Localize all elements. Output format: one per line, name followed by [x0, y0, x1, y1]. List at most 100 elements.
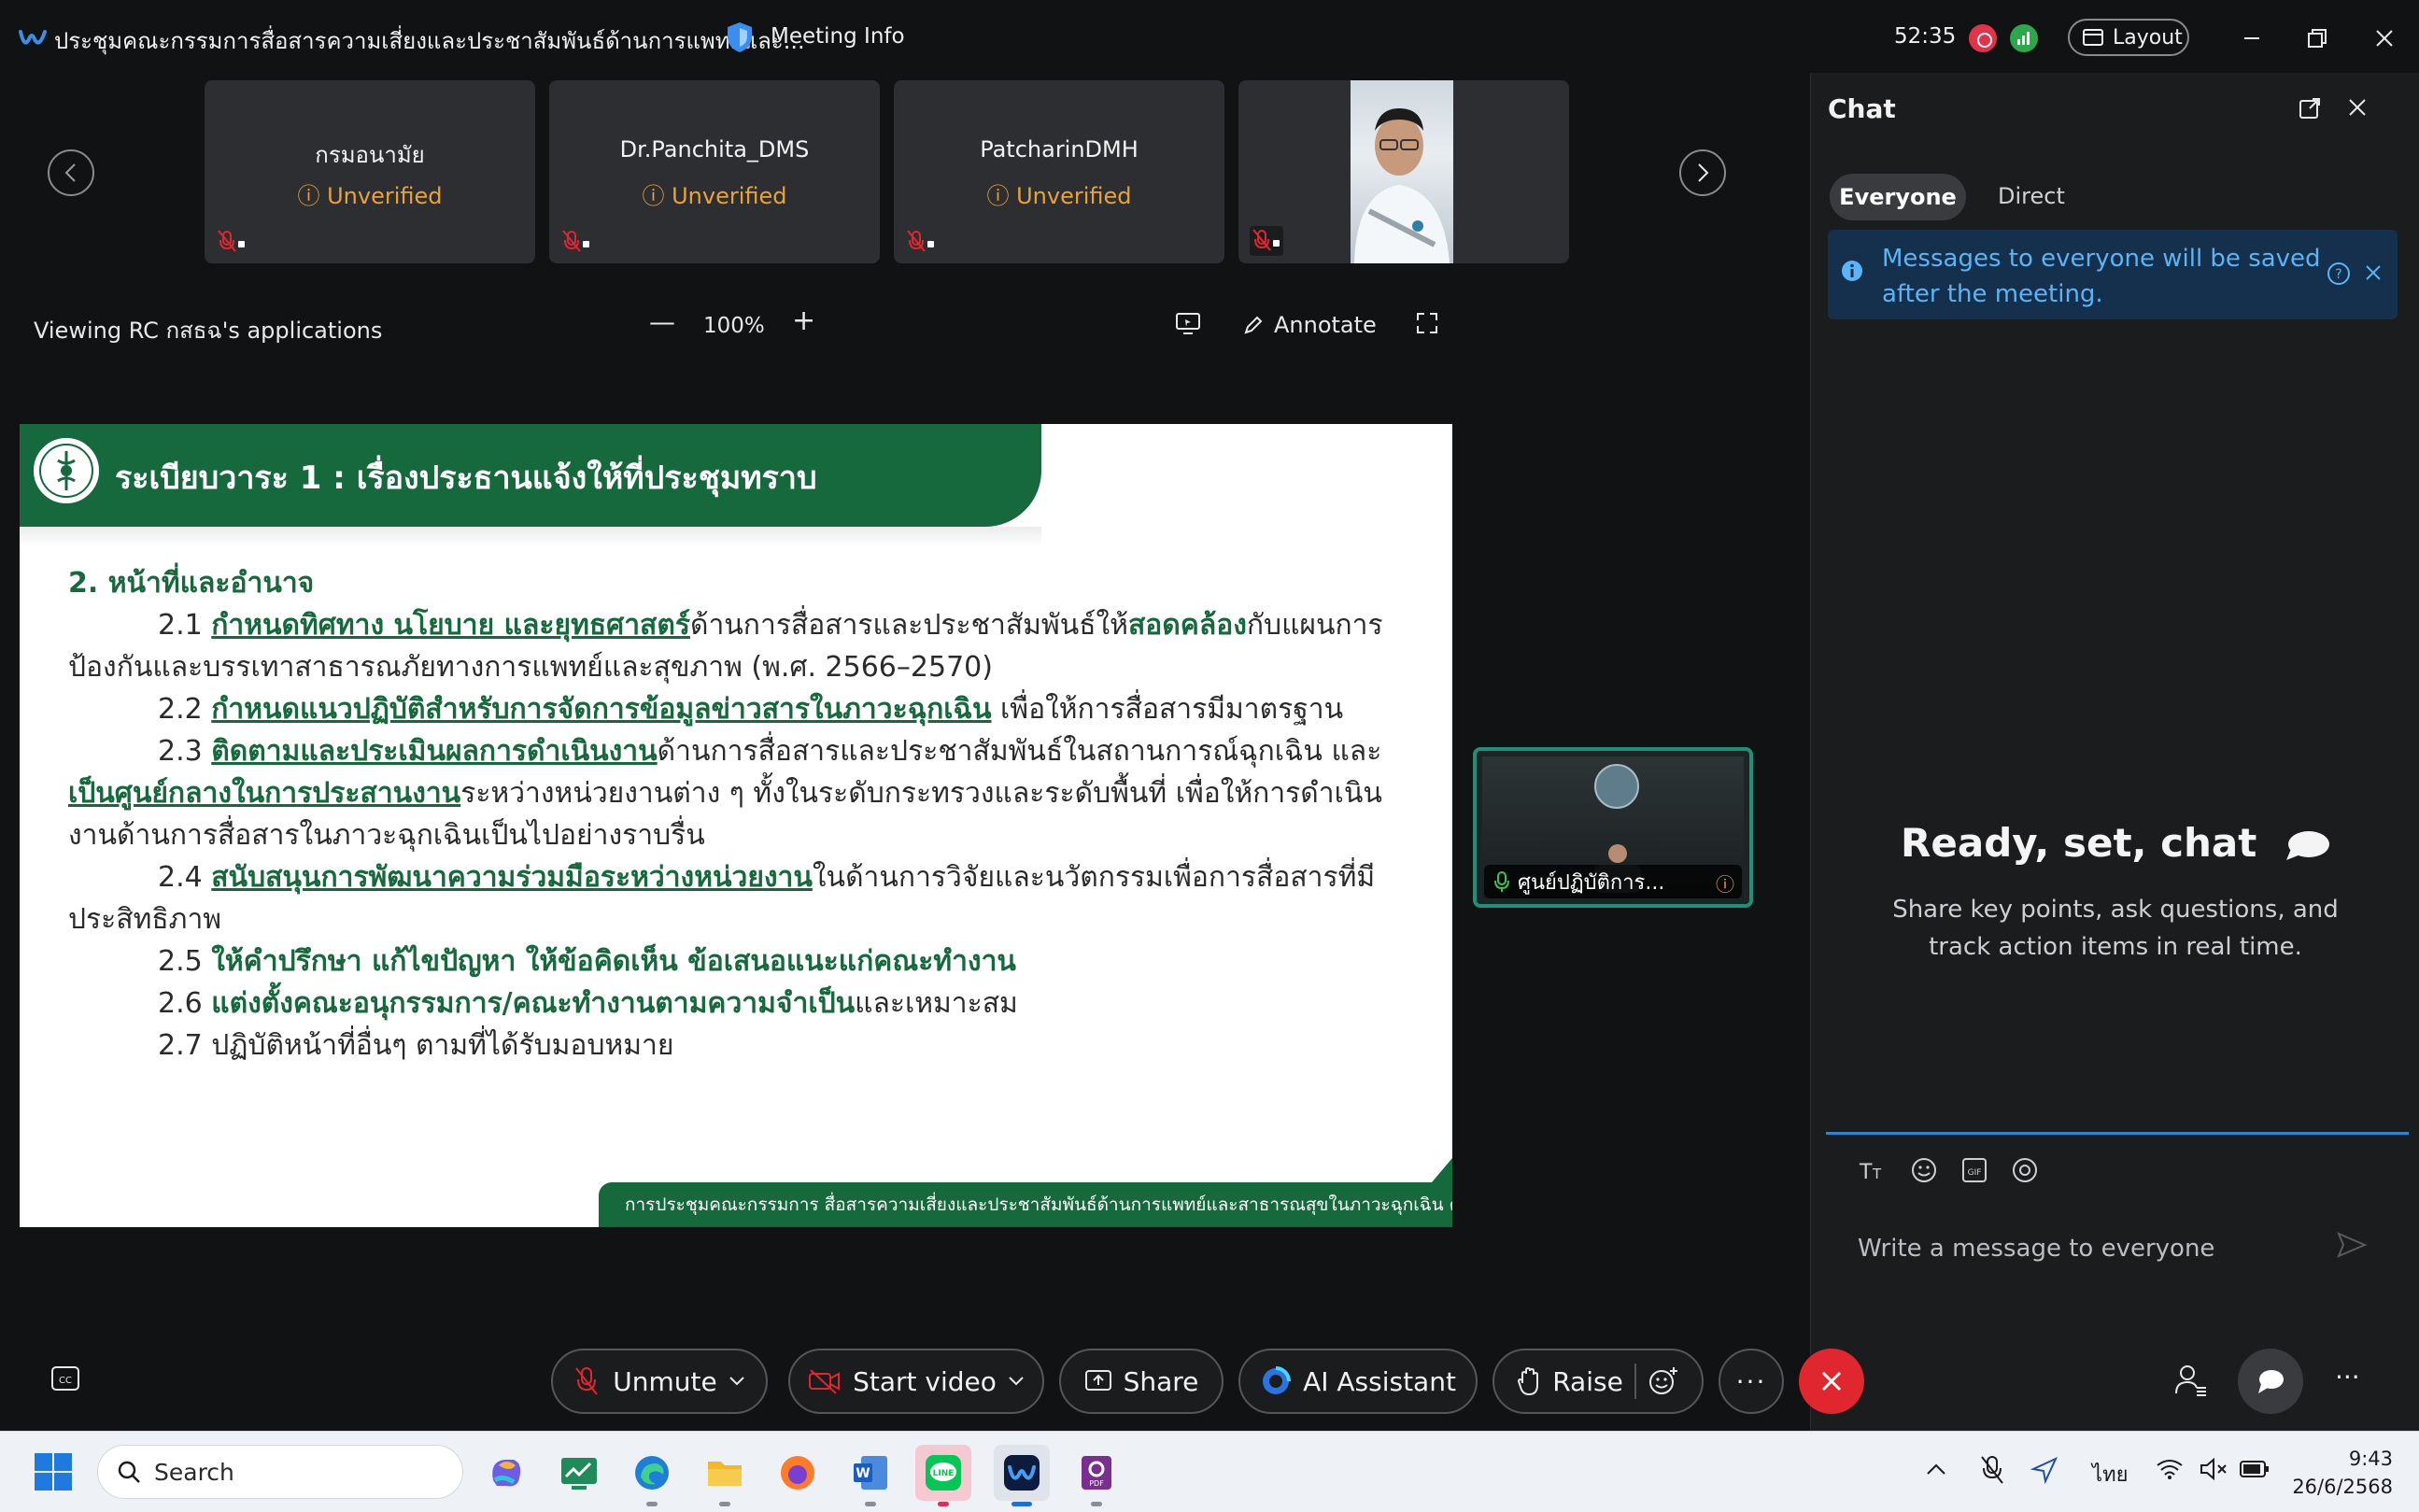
annotate-button[interactable]: Annotate: [1242, 312, 1377, 338]
taskbar-search[interactable]: Search: [97, 1445, 463, 1499]
taskbar-firefox[interactable]: [770, 1445, 826, 1501]
input-language[interactable]: ไทย: [2092, 1458, 2128, 1491]
muted-mic-icon: [562, 230, 589, 252]
participant-tile[interactable]: กรมอนามัย ⓘ Unverified: [205, 80, 535, 263]
start-video-button[interactable]: Start video: [788, 1349, 1044, 1414]
mention-icon[interactable]: [2011, 1156, 2039, 1184]
taskbar-edge[interactable]: [624, 1445, 680, 1506]
zoom-out-button[interactable]: —: [649, 306, 675, 337]
close-window-button[interactable]: [2361, 17, 2408, 60]
restore-button[interactable]: [2294, 17, 2341, 60]
self-video-label: ศูนย์ปฏิบัติการ... ⓘ: [1484, 865, 1742, 898]
svg-text:W: W: [856, 1466, 870, 1481]
windows-taskbar: Search W LINE PDF ไทย 9:43 26/6/2568: [0, 1431, 2419, 1512]
participants-icon[interactable]: [2174, 1364, 2208, 1397]
running-indicator: [938, 1502, 949, 1506]
chat-message-input[interactable]: [1858, 1235, 2306, 1263]
taskbar-pdf[interactable]: PDF: [1068, 1445, 1125, 1506]
footer-corner: [1432, 1158, 1452, 1182]
participant-status: ⓘ Unverified: [986, 183, 1132, 209]
pop-out-icon[interactable]: [2299, 97, 2321, 120]
chevron-left-icon: [64, 163, 76, 182]
text-format-icon[interactable]: TT: [1858, 1156, 1888, 1184]
shield-icon[interactable]: [725, 21, 755, 54]
network-signal-icon[interactable]: [2010, 24, 2038, 52]
location-icon[interactable]: [2030, 1456, 2058, 1484]
raise-hand-button[interactable]: Raise: [1492, 1349, 1704, 1414]
mic-muted-tray-icon[interactable]: [1978, 1454, 2006, 1486]
leave-meeting-button[interactable]: [1799, 1349, 1864, 1414]
closed-captions-icon[interactable]: CC: [50, 1365, 80, 1392]
layout-button[interactable]: Layout: [2068, 19, 2189, 56]
more-options-button[interactable]: ···: [1719, 1349, 1784, 1414]
participant-tile[interactable]: PatcharinDMH ⓘ Unverified: [894, 80, 1224, 263]
ai-assistant-button[interactable]: AI Assistant: [1238, 1349, 1478, 1414]
taskbar-app-monitor[interactable]: [551, 1445, 607, 1501]
participant-tile[interactable]: Dr.Panchita_DMS ⓘ Unverified: [549, 80, 880, 263]
participant-status: ⓘ Unverified: [297, 183, 443, 209]
emoji-icon[interactable]: [1910, 1156, 1938, 1184]
help-icon[interactable]: ?: [2327, 261, 2351, 286]
recording-icon[interactable]: [1969, 24, 1997, 52]
tab-everyone[interactable]: Everyone: [1830, 174, 1966, 220]
zoom-in-button[interactable]: +: [792, 304, 815, 337]
monitor-app-icon: [561, 1458, 597, 1490]
tab-direct[interactable]: Direct: [1998, 183, 2065, 209]
meeting-title: ประชุมคณะกรรมการสื่อสารความเสี่ยงและประช…: [54, 28, 805, 54]
self-video-name: ศูนย์ปฏิบัติการ...: [1518, 870, 1665, 895]
unmute-button[interactable]: Unmute: [551, 1349, 768, 1414]
close-chat-icon[interactable]: [2347, 97, 2368, 118]
chevron-right-icon: [1698, 163, 1709, 182]
remote-control-icon[interactable]: [1175, 312, 1201, 336]
running-indicator: [1091, 1502, 1102, 1506]
slide-item-4-cont: ประสิทธิภาพ: [68, 903, 222, 936]
pen-icon: [1244, 316, 1263, 334]
taskbar-webex[interactable]: [994, 1445, 1050, 1506]
chevron-up-icon[interactable]: [1926, 1462, 1946, 1477]
taskbar-word[interactable]: W: [842, 1445, 898, 1506]
share-label: Share: [1123, 1365, 1199, 1397]
chevron-down-icon[interactable]: [1008, 1376, 1025, 1387]
webex-icon: [1004, 1455, 1040, 1491]
taskbar-explorer[interactable]: [697, 1445, 753, 1506]
battery-icon[interactable]: [2240, 1460, 2270, 1478]
share-button[interactable]: Share: [1059, 1349, 1224, 1414]
muted-mic-icon: [1252, 229, 1280, 251]
zoom-level: 100%: [703, 314, 765, 338]
slide-item-1-cont: ป้องกันและบรรเทาสาธารณภัยทางการแพทย์และส…: [68, 651, 993, 684]
reactions-icon[interactable]: [1648, 1365, 1679, 1397]
fullscreen-icon[interactable]: [1416, 312, 1438, 334]
next-participants-button[interactable]: [1679, 149, 1726, 196]
person-silhouette-icon: [1354, 108, 1450, 263]
speaker-muted-icon[interactable]: [2199, 1458, 2228, 1480]
participant-video-tile[interactable]: [1238, 80, 1569, 263]
chat-empty-subtitle: Share key points, ask questions, and tra…: [1892, 896, 2339, 961]
taskbar-line[interactable]: LINE: [915, 1445, 971, 1506]
prev-participants-button[interactable]: [48, 149, 94, 196]
clock-time: 9:43: [2348, 1448, 2393, 1470]
taskbar-clock[interactable]: 9:43 26/6/2568: [2290, 1445, 2393, 1501]
more-icon: ···: [1735, 1365, 1767, 1397]
participant-name: กรมอนามัย: [315, 142, 425, 168]
participant-status: ⓘ Unverified: [642, 183, 787, 209]
chevron-down-icon[interactable]: [729, 1376, 745, 1387]
dismiss-banner-icon[interactable]: [2364, 263, 2383, 282]
annotate-label: Annotate: [1274, 312, 1377, 338]
minimize-button[interactable]: [2228, 17, 2275, 60]
gif-icon[interactable]: GIF: [1960, 1156, 1988, 1184]
chat-toggle-button[interactable]: [2238, 1349, 2303, 1414]
windows-start-icon[interactable]: [34, 1452, 73, 1491]
mic-icon: [1494, 871, 1509, 892]
send-icon[interactable]: [2336, 1231, 2368, 1259]
taskbar-copilot[interactable]: [478, 1445, 534, 1501]
slide-item-4: 2.4 สนับสนุนการพัฒนาความร่วมมือระหว่างหน…: [158, 861, 1376, 894]
more-panels-icon[interactable]: ···: [2335, 1362, 2360, 1392]
wifi-icon[interactable]: [2156, 1458, 2184, 1480]
chat-format-toolbar: TT GIF: [1858, 1156, 2039, 1184]
layout-icon: [2083, 29, 2103, 46]
self-video-tile[interactable]: ศูนย์ปฏิบัติการ... ⓘ: [1473, 747, 1753, 908]
meeting-info-button[interactable]: Meeting Info: [771, 24, 905, 49]
participant-name: PatcharinDMH: [980, 136, 1139, 163]
unverified-icon: ⓘ: [1716, 873, 1734, 896]
svg-text:CC: CC: [59, 1376, 72, 1386]
